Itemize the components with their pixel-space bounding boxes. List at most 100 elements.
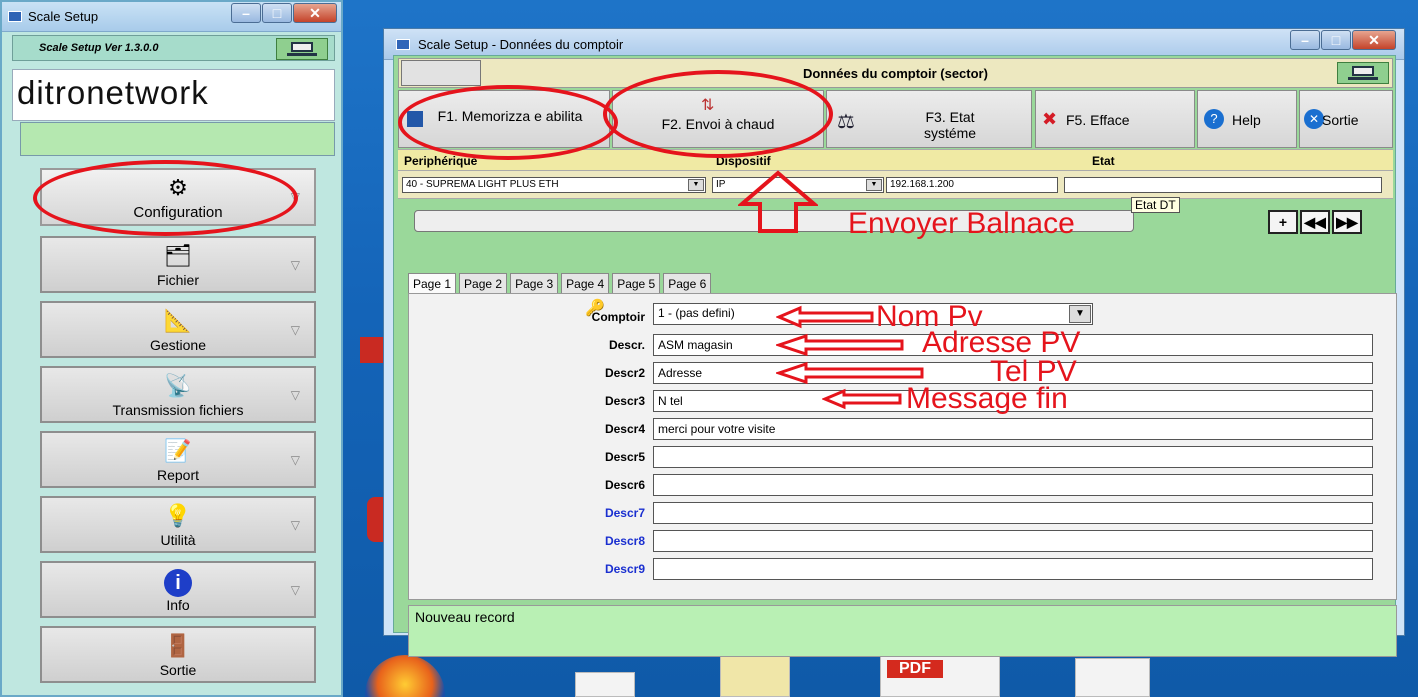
comptoir-label: Comptoir (591, 310, 645, 324)
chevron-down-icon[interactable]: ▼ (866, 179, 882, 191)
launcher-titlebar[interactable]: Scale Setup – □ ✕ (2, 2, 341, 32)
page-tabs: Page 1 Page 2 Page 3 Page 4 Page 5 Page … (408, 273, 714, 296)
descr7-label: Descr7 (604, 506, 645, 520)
nav-label: Info (166, 597, 190, 613)
monitor-button[interactable] (276, 38, 328, 60)
annotation-circle-send (603, 70, 833, 158)
device-row: 40 - SUPREMA LIGHT PLUS ETH ▼ IP ▼ 192.1… (398, 171, 1393, 199)
device-value: IP (716, 179, 726, 190)
chevron-down-icon[interactable]: ▼ (688, 179, 704, 191)
annotation-send-balance: Envoyer Balnace (848, 207, 1075, 240)
tab-page-5[interactable]: Page 5 (612, 273, 661, 295)
chevron-down-icon: ▽ (290, 453, 300, 467)
nav-sortie-button[interactable]: 🚪 Sortie (40, 626, 316, 683)
ip-address-field[interactable]: 192.168.1.200 (886, 177, 1058, 193)
erase-label: F5. Efface (1066, 112, 1130, 128)
nav-label: Gestione (149, 337, 207, 353)
add-record-button[interactable]: + (1268, 210, 1298, 234)
annotation-message-end: Message fin (906, 382, 1068, 415)
launcher-title: Scale Setup (28, 9, 99, 24)
app-icon (396, 38, 410, 50)
desktop-icon-text-file[interactable] (1075, 658, 1150, 697)
state-label: F3. Etat systéme (923, 109, 977, 141)
exit-button[interactable]: ✕ Sortie (1299, 90, 1393, 148)
chevron-down-icon: ▽ (290, 388, 300, 402)
maximize-button[interactable]: □ (1321, 30, 1351, 50)
desktop-icon-folder[interactable] (720, 655, 790, 697)
chevron-down-icon: ▽ (290, 323, 300, 337)
nav-info-button[interactable]: i Info ▽ (40, 561, 316, 618)
nav-report-button[interactable]: 📝 Report ▽ (40, 431, 316, 488)
nav-transmission-button[interactable]: 📡 Transmission fichiers ▽ (40, 366, 316, 423)
desktop-bg-item (367, 497, 383, 542)
descr9-label: Descr9 (604, 562, 645, 576)
nav-label: Utilità (160, 532, 196, 548)
descr8-field[interactable] (653, 530, 1373, 552)
state-field[interactable] (1064, 177, 1382, 193)
tab-page-2[interactable]: Page 2 (459, 273, 508, 295)
help-button[interactable]: ? Help (1197, 90, 1297, 148)
chevron-down-icon: ▽ (290, 518, 300, 532)
chevron-down-icon[interactable]: ▼ (1069, 305, 1091, 323)
tab-page-6[interactable]: Page 6 (663, 273, 712, 295)
nav-label: Sortie (159, 662, 197, 678)
monitor-button[interactable] (1337, 62, 1389, 84)
descr6-label: Descr6 (604, 478, 645, 492)
annotation-left-arrow (776, 305, 874, 329)
nav-label: Report (156, 467, 200, 483)
descr1-label: Descr. (608, 338, 645, 352)
peripheral-select[interactable]: 40 - SUPREMA LIGHT PLUS ETH ▼ (402, 177, 706, 193)
nav-fichier-button[interactable]: 🗂 Fichier ▽ (40, 236, 316, 293)
app-icon (8, 11, 22, 22)
blank-status-bar (20, 122, 335, 156)
ditronetwork-logo: ditronetwork (12, 69, 335, 121)
annotation-up-arrow (738, 170, 818, 233)
nav-gestione-button[interactable]: 📐 Gestione ▽ (40, 301, 316, 358)
nav-label: Transmission fichiers (112, 402, 244, 418)
card-file-icon: 🗂 (164, 243, 192, 268)
tab-page-3[interactable]: Page 3 (510, 273, 559, 295)
maximize-button[interactable]: □ (262, 3, 292, 23)
next-record-button[interactable]: ▶▶ (1332, 210, 1362, 234)
scale-setup-launcher-window: Scale Setup – □ ✕ Scale Setup Ver 1.3.0.… (0, 0, 343, 697)
descr4-label: Descr4 (604, 422, 645, 436)
close-button[interactable]: ✕ (293, 3, 337, 23)
minimize-button[interactable]: – (231, 3, 261, 23)
pdf-label: PDF (887, 660, 943, 678)
close-button[interactable]: ✕ (1352, 30, 1396, 50)
tab-page-4[interactable]: Page 4 (561, 273, 610, 295)
nav-utilita-button[interactable]: 💡 Utilità ▽ (40, 496, 316, 553)
col-state: Etat (1092, 154, 1115, 168)
chevron-down-icon: ▽ (290, 583, 300, 597)
desktop-icon-firefox[interactable] (365, 655, 445, 697)
main-window-controls: – □ ✕ (1289, 30, 1396, 50)
descr3-label: Descr3 (604, 394, 645, 408)
descr8-label: Descr8 (604, 534, 645, 548)
descr7-field[interactable] (653, 502, 1373, 524)
system-state-button[interactable]: ⚖ F3. Etat systéme (826, 90, 1032, 148)
help-icon: ? (1204, 109, 1224, 129)
descr5-field[interactable] (653, 446, 1373, 468)
previous-record-button[interactable]: ◀◀ (1300, 210, 1330, 234)
header-title: Données du comptoir (sector) (803, 66, 988, 81)
minimize-button[interactable]: – (1290, 30, 1320, 50)
nav-label: Fichier (156, 272, 199, 288)
descr6-field[interactable] (653, 474, 1373, 496)
info-icon: i (164, 569, 192, 597)
descr4-field[interactable]: merci pour votre visite (653, 418, 1373, 440)
monitor-icon (291, 42, 313, 52)
document-pen-icon: 📝 (164, 438, 192, 463)
comptoir-value: 1 - (pas defini) (658, 306, 735, 320)
descr2-label: Descr2 (604, 366, 645, 380)
descr9-field[interactable] (653, 558, 1373, 580)
exit-label: Sortie (1322, 112, 1359, 128)
header-bar: Données du comptoir (sector) (398, 58, 1393, 88)
peripheral-value: 40 - SUPREMA LIGHT PLUS ETH (406, 179, 559, 190)
state-tooltip: Etat DT (1131, 197, 1180, 213)
annotation-circle-memorize (398, 85, 618, 160)
desktop-icon-document[interactable] (575, 672, 635, 697)
erase-button[interactable]: ✖ F5. Efface (1035, 90, 1195, 148)
annotation-left-arrow (822, 388, 902, 410)
desktop-icon-pdf[interactable]: PDF (880, 655, 1000, 697)
annotation-left-arrow (776, 333, 904, 357)
